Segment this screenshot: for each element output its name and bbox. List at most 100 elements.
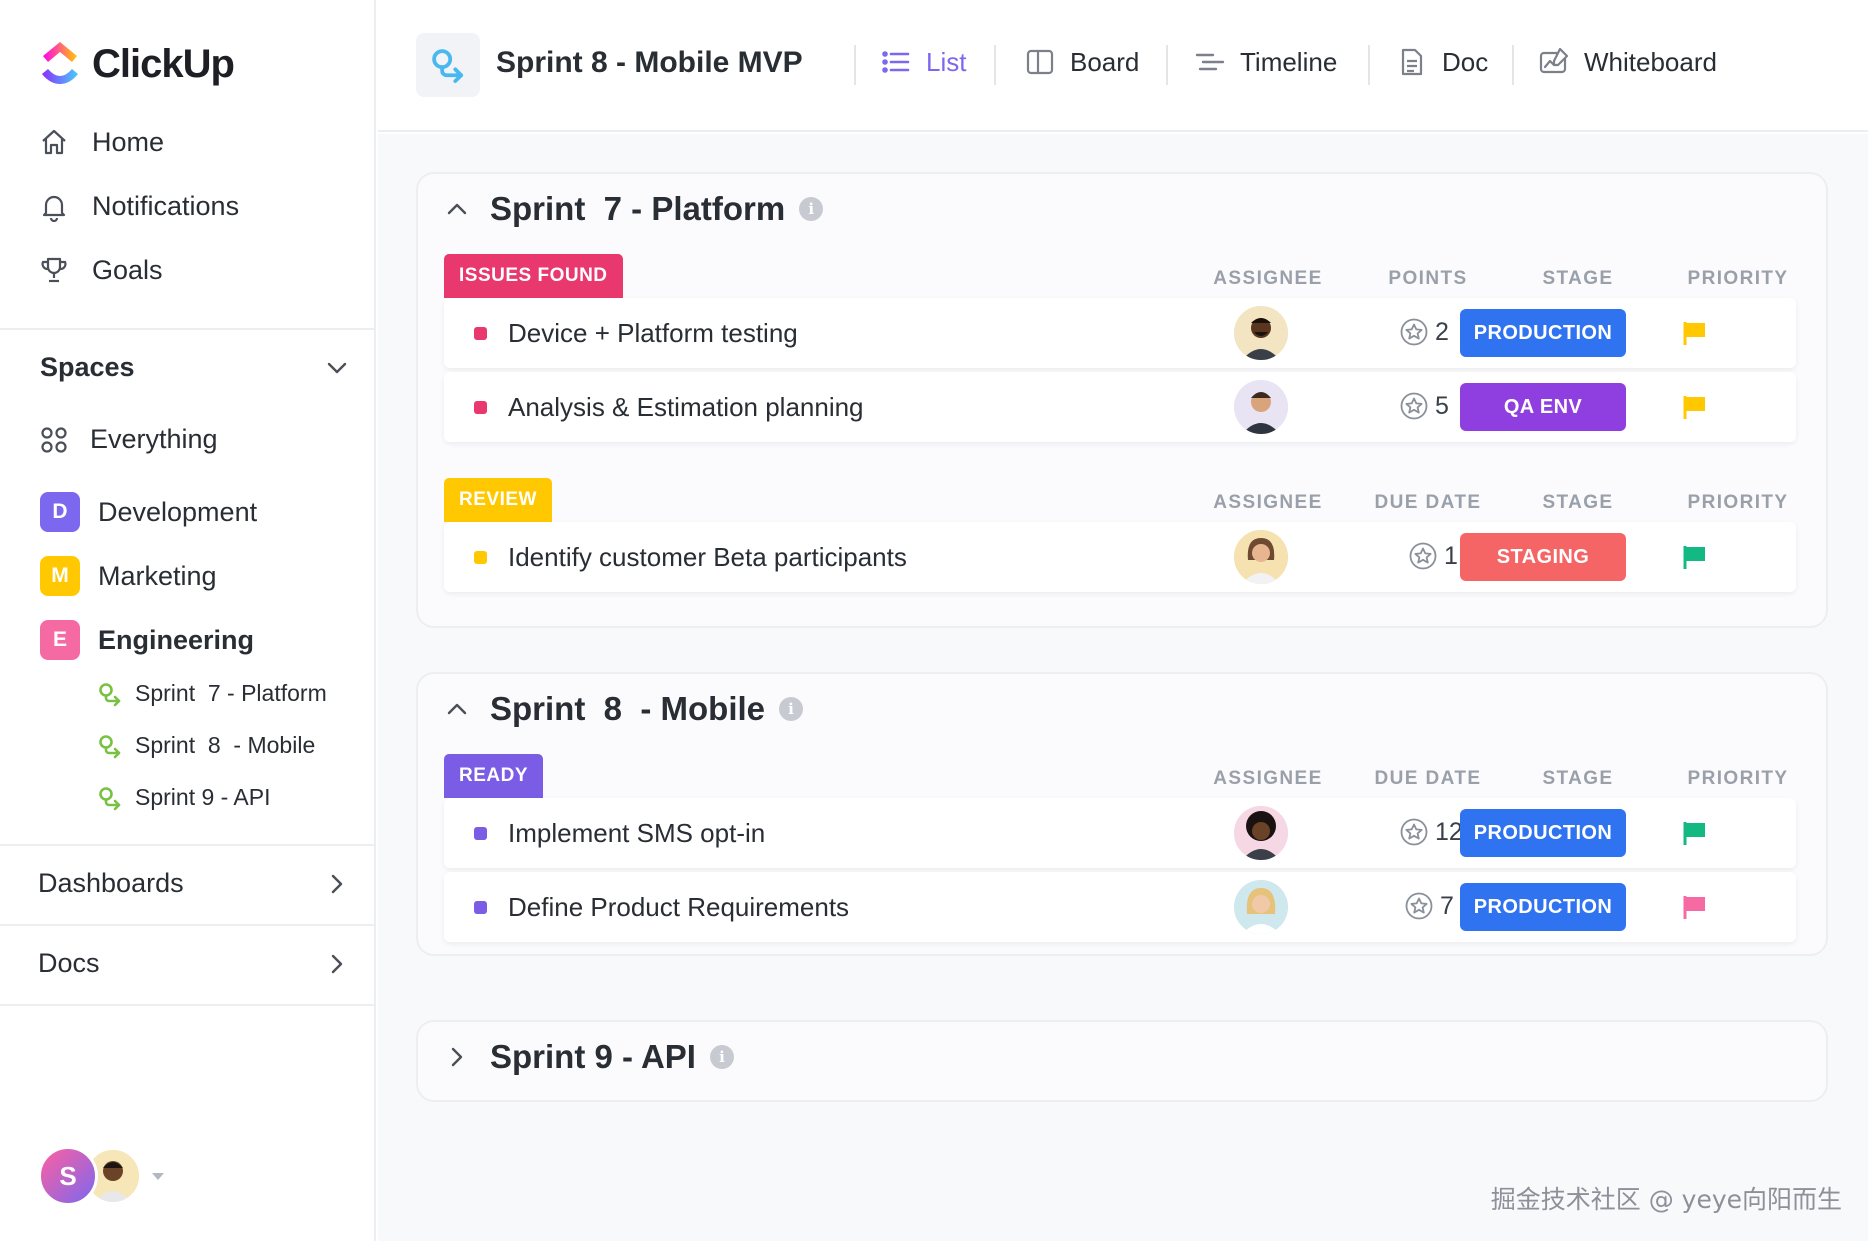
tab-label: Doc (1442, 46, 1489, 77)
spaces-header[interactable]: Spaces (40, 352, 350, 383)
doc-icon (1401, 48, 1423, 76)
assignee-avatar[interactable] (1234, 306, 1288, 360)
assignee-avatar[interactable] (1234, 530, 1288, 584)
task-row[interactable]: Implement SMS opt-in 12 PRODUCTION (444, 798, 1796, 868)
clickup-logo[interactable]: ClickUp (38, 40, 235, 88)
column-header: STAGE (1542, 768, 1614, 789)
priority-flag-icon[interactable] (1682, 894, 1708, 920)
spaces-label: Spaces (40, 352, 135, 382)
points-value: 1 (1444, 541, 1458, 570)
watermark: 掘金技术社区 @ yeye向阳而生 (1490, 1185, 1842, 1214)
points-value: 7 (1440, 891, 1454, 920)
task-row[interactable]: Device + Platform testing 2 PRODUCTION (444, 298, 1796, 368)
nav-home[interactable]: Home (38, 126, 164, 158)
sidebar-sprint-9[interactable]: Sprint 9 - API (97, 784, 271, 811)
sprint-header[interactable]: Sprint 7 - Platform i (444, 190, 824, 228)
info-icon[interactable]: i (709, 1045, 734, 1069)
user-menu[interactable]: S (38, 1146, 164, 1206)
star-badge-icon (1405, 892, 1433, 920)
column-header: ASSIGNEE (1213, 268, 1323, 289)
space-everything[interactable]: Everything (40, 424, 218, 455)
space-badge: M (40, 556, 80, 596)
stage-badge[interactable]: STAGING (1460, 533, 1626, 581)
sidebar-docs[interactable]: Docs (38, 948, 348, 979)
column-header: PRIORITY (1687, 768, 1789, 789)
sidebar-dashboards[interactable]: Dashboards (38, 868, 348, 899)
stage-badge[interactable]: PRODUCTION (1460, 309, 1626, 357)
info-icon[interactable]: i (799, 197, 824, 221)
space-label: Development (98, 496, 258, 527)
nav-notifications[interactable]: Notifications (38, 190, 239, 222)
chevron-up-icon[interactable] (444, 196, 470, 222)
assignee-avatar[interactable] (1234, 380, 1288, 434)
stage-badge[interactable]: QA ENV (1460, 383, 1626, 431)
sprint-header[interactable]: Sprint 8 - Mobile i (444, 690, 804, 728)
space-marketing[interactable]: M Marketing (40, 556, 217, 596)
priority-flag-icon[interactable] (1682, 320, 1708, 346)
star-badge-icon (1409, 542, 1437, 570)
priority-flag-icon[interactable] (1682, 544, 1708, 570)
task-status-square[interactable] (474, 401, 487, 414)
tab-board[interactable]: Board (1024, 46, 1139, 78)
column-header: PRIORITY (1687, 492, 1789, 513)
tab-list[interactable]: List (880, 46, 966, 78)
task-row[interactable]: Define Product Requirements 7 PRODUCTION (444, 872, 1796, 942)
assignee-avatar[interactable] (1234, 880, 1288, 934)
tab-label: Timeline (1240, 46, 1338, 77)
nav-home-label: Home (92, 126, 165, 157)
task-row[interactable]: Identify customer Beta participants 1 ST… (444, 522, 1796, 592)
chevron-right-icon (331, 874, 343, 893)
task-status-square[interactable] (474, 827, 487, 840)
space-engineering[interactable]: E Engineering (40, 620, 254, 660)
sidebar-sprint-7[interactable]: Sprint 7 - Platform (97, 680, 327, 707)
sprint-icon (99, 734, 121, 758)
stage-badge[interactable]: PRODUCTION (1460, 809, 1626, 857)
space-label: Engineering (98, 624, 255, 655)
column-header: STAGE (1542, 268, 1614, 289)
task-status-square[interactable] (474, 327, 487, 340)
tab-separator (1512, 45, 1514, 85)
sprint-card-9[interactable]: Sprint 9 - API i (416, 1020, 1828, 1102)
chevron-up-icon[interactable] (444, 696, 470, 722)
main-content: Sprint 7 - Platform i ISSUES FOUND ASSIG… (378, 134, 1868, 1241)
sidebar: ClickUp Home Notifications Goals Spaces … (0, 0, 376, 1241)
task-status-square[interactable] (474, 551, 487, 564)
info-icon[interactable]: i (779, 697, 804, 721)
nav-goals[interactable]: Goals (38, 254, 163, 286)
tab-separator (994, 45, 996, 85)
column-header: POINTS (1388, 268, 1468, 289)
task-points: 2 (1399, 317, 1449, 347)
user-avatar-initial: S (38, 1146, 98, 1206)
chevron-right-icon[interactable] (444, 1044, 470, 1070)
tab-separator (1166, 45, 1168, 85)
group-tag-issues[interactable]: ISSUES FOUND (444, 254, 623, 298)
space-development[interactable]: D Development (40, 492, 257, 532)
assignee-avatar[interactable] (1234, 806, 1288, 860)
task-points: 12 (1399, 817, 1463, 847)
tab-whiteboard[interactable]: Whiteboard (1538, 46, 1717, 78)
priority-flag-icon[interactable] (1682, 394, 1708, 420)
caret-down-icon[interactable] (152, 1172, 164, 1180)
task-row[interactable]: Analysis & Estimation planning 5 QA ENV (444, 372, 1796, 442)
column-header: ASSIGNEE (1213, 492, 1323, 513)
dashboards-label: Dashboards (38, 868, 184, 898)
sprint-header[interactable]: Sprint 9 - API i (444, 1038, 734, 1076)
priority-flag-icon[interactable] (1682, 820, 1708, 846)
sidebar-sprint-8[interactable]: Sprint 8 - Mobile (97, 732, 315, 759)
group-tag-ready[interactable]: READY (444, 754, 544, 798)
chevron-down-icon[interactable] (324, 355, 350, 381)
star-badge-icon (1400, 818, 1428, 846)
tab-timeline[interactable]: Timeline (1194, 46, 1337, 78)
group-tag-review[interactable]: REVIEW (444, 478, 552, 522)
task-name: Analysis & Estimation planning (508, 392, 864, 422)
sidebar-divider (0, 844, 376, 846)
task-status-square[interactable] (474, 901, 487, 914)
sprint-title: Sprint 8 - Mobile (490, 690, 766, 727)
nav-goals-label: Goals (92, 254, 163, 285)
stage-badge[interactable]: PRODUCTION (1460, 883, 1626, 931)
tab-label: List (926, 46, 967, 77)
logo-text: ClickUp (92, 41, 235, 86)
board-icon (1026, 49, 1054, 75)
sprint-header-icon (416, 33, 480, 97)
tab-doc[interactable]: Doc (1396, 46, 1488, 78)
